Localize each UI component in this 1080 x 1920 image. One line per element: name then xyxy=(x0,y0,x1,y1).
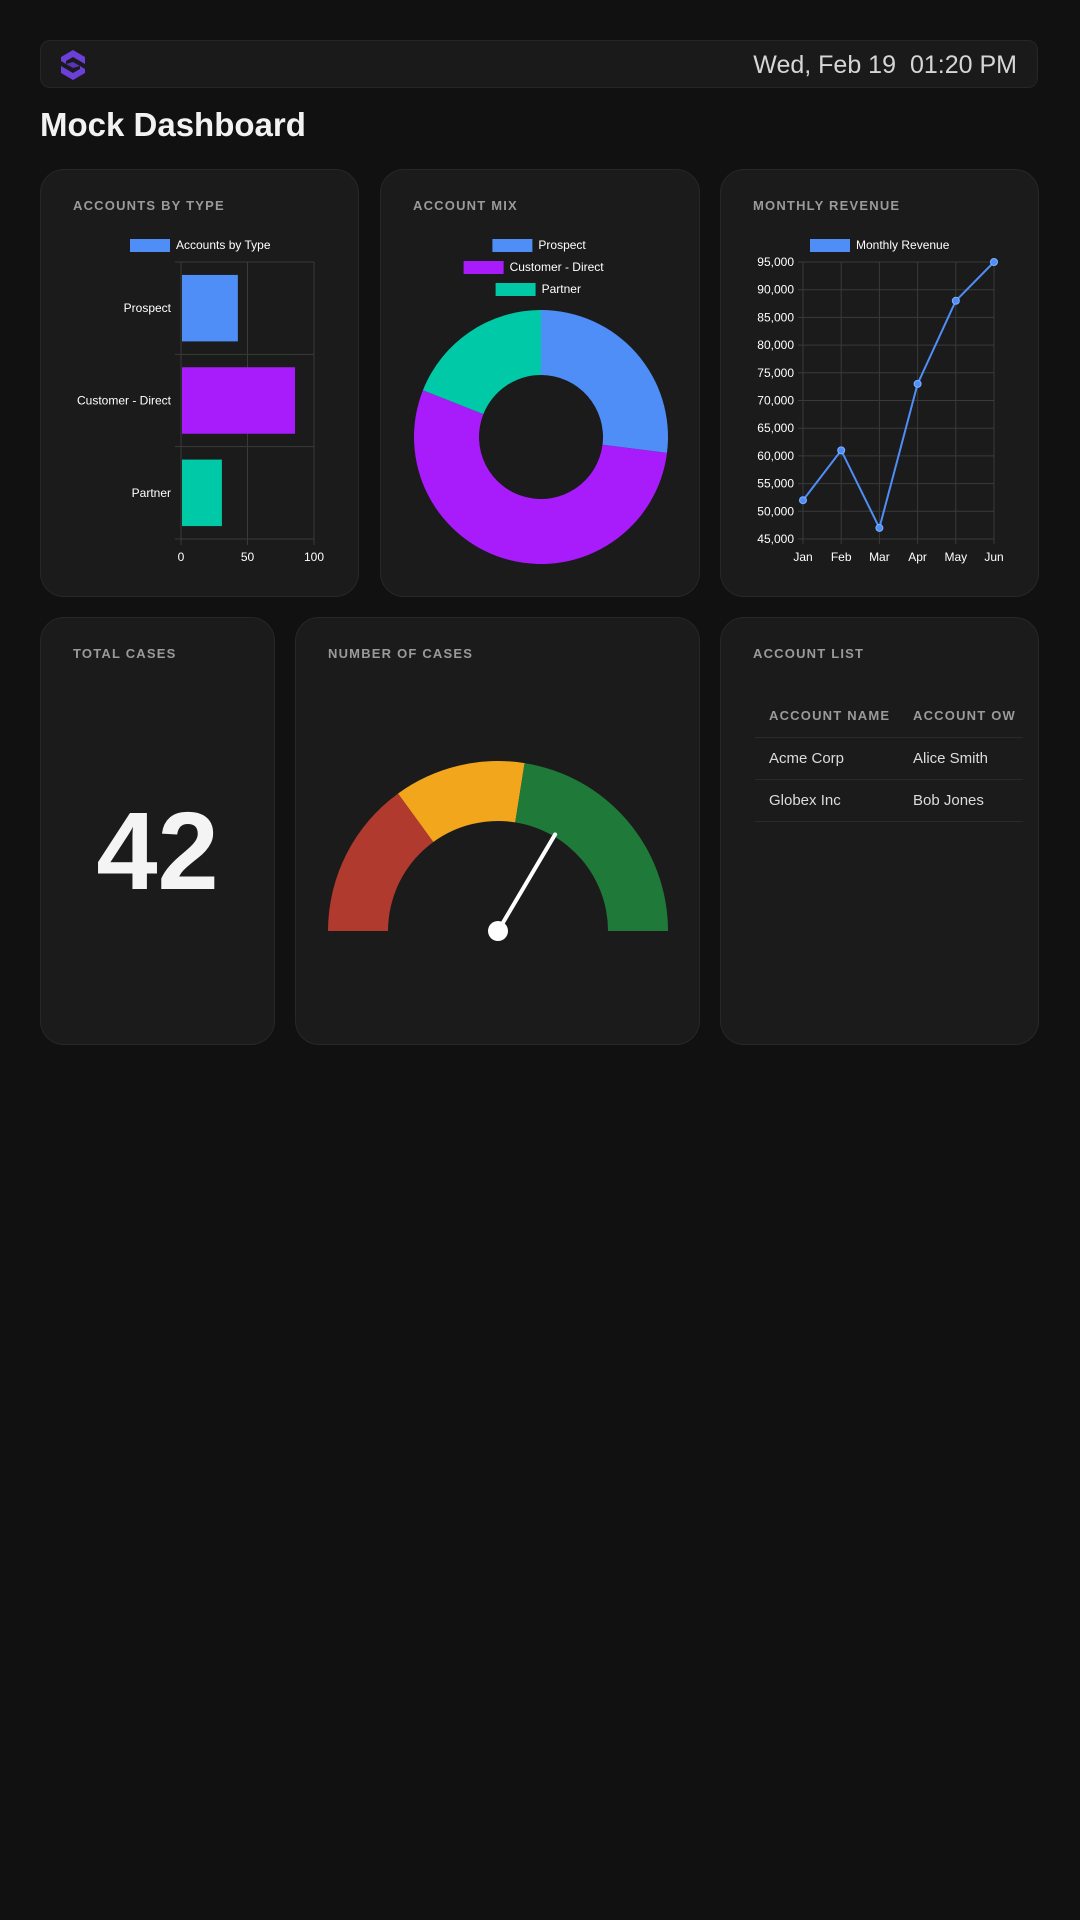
bar-customer-direct xyxy=(182,367,296,434)
data-point-may xyxy=(951,296,960,305)
account-owner-cell: Alice Smith xyxy=(913,750,989,767)
y-tick-label: 95,000 xyxy=(757,255,794,269)
monthly-revenue-chart: Monthly Revenue 45,000 50,000 55,000 60,000 6… xyxy=(757,238,1003,564)
gauge-needle xyxy=(496,832,558,933)
y-tick-label: 70,000 xyxy=(757,394,794,408)
revenue-line xyxy=(802,261,995,531)
current-date: Wed, Feb 19 xyxy=(753,51,896,79)
legend-label: Customer - Direct xyxy=(510,260,605,274)
legend-label: Partner xyxy=(542,282,581,296)
current-time: 01:20 PM xyxy=(909,51,1017,79)
table-row[interactable]: Acme Corp Alice Smith xyxy=(755,738,1023,780)
x-tick-label: Apr xyxy=(908,550,927,564)
top-bar: Wed, Feb 19 01:20 PM xyxy=(40,40,1038,88)
slice-prospect xyxy=(541,310,668,453)
data-point-feb xyxy=(837,446,846,455)
brand-logo-icon[interactable] xyxy=(59,49,87,81)
cases-gauge xyxy=(328,761,668,941)
number-of-cases-card: NUMBER OF CASES xyxy=(295,617,700,1045)
data-point-jun xyxy=(990,258,998,266)
total-cases-card: TOTAL CASES 42 xyxy=(40,617,275,1045)
account-table: ACCOUNT NAME ACCOUNT OW Acme Corp Alice … xyxy=(755,698,1023,822)
account-name-cell: Acme Corp xyxy=(769,750,845,767)
y-tick-label: Prospect xyxy=(124,301,172,315)
data-point-apr xyxy=(913,379,922,388)
table-header-row: ACCOUNT NAME ACCOUNT OW xyxy=(755,698,1023,738)
x-tick-label: 0 xyxy=(178,550,185,564)
bar-partner xyxy=(182,459,222,527)
account-mix-chart: Prospect Customer - Direct Partner xyxy=(413,238,668,564)
account-list-card: ACCOUNT LIST ACCOUNT NAME ACCOUNT OW Acm… xyxy=(720,617,1039,1045)
account-name-cell: Globex Inc xyxy=(769,792,841,809)
y-tick-label: Customer - Direct xyxy=(77,394,172,408)
x-tick-label: Mar xyxy=(869,550,890,564)
total-cases-value: 42 xyxy=(96,790,219,913)
accounts-by-type-chart: Accounts by Type 0 50 100 Prospect Customer -… xyxy=(77,238,324,564)
account-mix-card: ACCOUNT MIX Prospect Customer - Direct Par… xyxy=(380,169,700,597)
legend-swatch xyxy=(810,239,850,252)
x-tick-label: Jan xyxy=(793,550,812,564)
data-point-jan xyxy=(799,496,807,505)
y-tick-label: Partner xyxy=(132,486,171,500)
x-tick-label: 50 xyxy=(241,550,255,564)
card-title: TOTAL CASES xyxy=(73,646,177,661)
y-tick-label: 60,000 xyxy=(757,449,794,463)
y-tick-label: 55,000 xyxy=(757,477,794,491)
column-header-account-owner[interactable]: ACCOUNT OW xyxy=(913,708,1016,723)
y-tick-label: 80,000 xyxy=(757,338,794,352)
x-tick-label: May xyxy=(944,550,967,564)
page-title: Mock Dashboard xyxy=(40,106,306,143)
data-point-mar xyxy=(875,523,884,532)
x-tick-label: Jun xyxy=(984,550,1003,564)
y-tick-label: 45,000 xyxy=(757,532,794,546)
legend-label: Accounts by Type xyxy=(176,238,271,252)
x-tick-label: Feb xyxy=(831,550,852,564)
bar-prospect xyxy=(182,274,238,342)
y-tick-label: 75,000 xyxy=(757,366,794,380)
date-time: Wed, Feb 19 01:20 PM xyxy=(753,51,1017,80)
y-tick-label: 65,000 xyxy=(757,421,794,435)
legend-label: Monthly Revenue xyxy=(856,238,950,252)
monthly-revenue-card: MONTHLY REVENUE Monthly Revenue 45,000 50,… xyxy=(720,169,1039,597)
gauge-band-2 xyxy=(515,763,668,931)
card-title: ACCOUNT LIST xyxy=(753,646,865,661)
gauge-hub xyxy=(488,921,508,941)
legend-swatch xyxy=(463,261,504,274)
account-owner-cell: Bob Jones xyxy=(913,792,984,809)
y-tick-label: 85,000 xyxy=(757,310,794,324)
legend-swatch xyxy=(130,239,170,252)
table-row[interactable]: Globex Inc Bob Jones xyxy=(755,780,1023,822)
legend-swatch xyxy=(492,239,533,252)
legend-label: Prospect xyxy=(538,238,586,252)
legend-swatch xyxy=(495,283,536,296)
accounts-by-type-card: ACCOUNTS BY TYPE Accounts by Type 0 50 100 P… xyxy=(40,169,359,597)
column-header-account-name[interactable]: ACCOUNT NAME xyxy=(769,708,890,723)
y-tick-label: 50,000 xyxy=(757,504,794,518)
x-tick-label: 100 xyxy=(304,550,324,564)
y-tick-label: 90,000 xyxy=(757,283,794,297)
